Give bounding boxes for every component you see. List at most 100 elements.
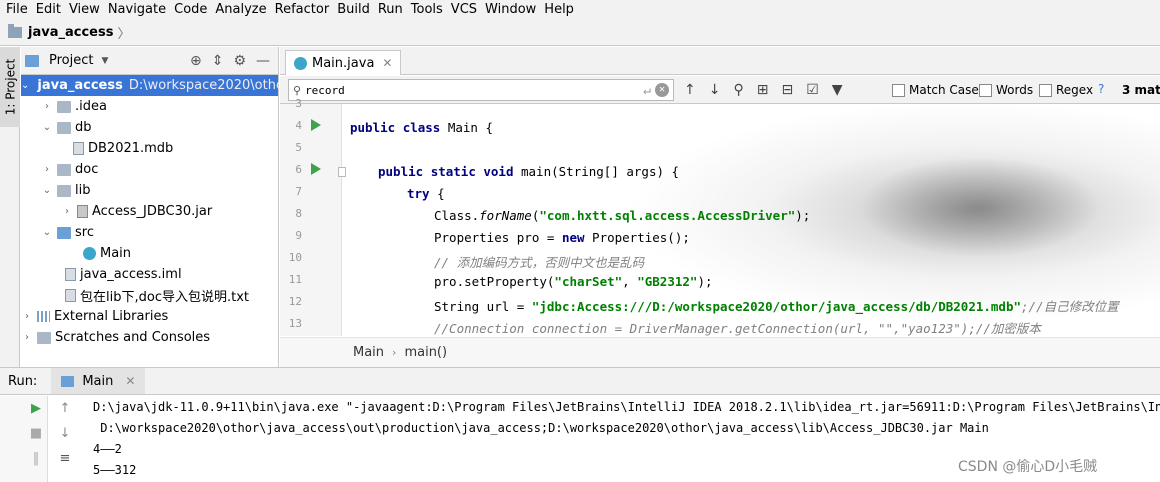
chevron-right-icon: ›	[392, 346, 397, 359]
nav-project-name[interactable]: java_access	[28, 25, 113, 40]
menu-file[interactable]: File	[2, 0, 32, 19]
tree-item-iml[interactable]: java_access.iml	[21, 264, 278, 285]
breadcrumb-method[interactable]: main()	[404, 345, 447, 360]
clear-icon[interactable]: ✕	[655, 83, 669, 97]
chevron-down-icon[interactable]: ⌄	[41, 185, 53, 196]
project-tool-tab[interactable]: 1: Project	[0, 47, 20, 127]
chevron-right-icon[interactable]: ›	[41, 164, 53, 175]
tree-item-java-access[interactable]: ⌄ java_access D:\workspace2020\othor	[21, 75, 289, 96]
scroll-down-icon[interactable]: ↓	[57, 427, 73, 441]
tree-item-access-jdbc-jar[interactable]: › Access_JDBC30.jar	[21, 201, 278, 222]
library-icon	[37, 311, 50, 322]
close-icon[interactable]: ✕	[125, 374, 135, 388]
tree-item-idea[interactable]: › .idea	[21, 96, 278, 117]
regex-help-link[interactable]: ?	[1098, 82, 1104, 96]
caret-down-icon[interactable]: ▼	[101, 56, 108, 66]
menu-analyze[interactable]: Analyze	[211, 0, 270, 19]
search-input[interactable]: ⚲ record ↵ ✕	[288, 79, 674, 101]
close-icon[interactable]: ✕	[382, 56, 392, 70]
line-number: 6	[295, 163, 302, 176]
gear-icon[interactable]: ⚙	[233, 53, 246, 69]
line-number: 9	[295, 229, 302, 242]
run-main-icon[interactable]	[311, 163, 321, 175]
module-file-icon	[65, 268, 76, 281]
collapse-all-icon[interactable]: ⇕	[212, 53, 224, 69]
filter-icon[interactable]: ▼	[832, 82, 843, 98]
run-label: Run:	[8, 373, 38, 389]
tree-item-main[interactable]: Main	[21, 243, 278, 264]
menu-build[interactable]: Build	[333, 0, 374, 19]
tab-main-java[interactable]: Main.java ✕	[285, 50, 402, 75]
run-tab-main[interactable]: Main ✕	[51, 368, 146, 394]
add-selection-icon[interactable]: ⊞	[757, 82, 769, 98]
line-number: 7	[295, 185, 302, 198]
tree-item-scratches[interactable]: › Scratches and Consoles	[21, 327, 278, 348]
tree-item-src[interactable]: ⌄ src	[21, 222, 278, 243]
folder-icon	[57, 163, 71, 176]
menu-edit[interactable]: Edit	[32, 0, 65, 19]
menu-vcs[interactable]: VCS	[447, 0, 481, 19]
stop-icon[interactable]: ■	[28, 427, 44, 441]
rerun-icon[interactable]: ▶	[28, 402, 44, 416]
line-gutter: 3 4 5 6 7 8 9 10 11 12 13	[280, 97, 346, 336]
chevron-right-icon[interactable]: ›	[21, 311, 33, 322]
menu-refactor[interactable]: Refactor	[271, 0, 334, 19]
code-line-9: Properties pro = new Properties();	[434, 230, 690, 245]
soft-wrap-icon[interactable]: ≡	[57, 452, 73, 466]
project-view-icon	[25, 54, 39, 67]
tree-item-db[interactable]: ⌄ db	[21, 117, 278, 138]
locate-icon[interactable]: ⊕	[190, 53, 202, 69]
regex-option[interactable]: Regex	[1039, 83, 1093, 97]
fold-icon[interactable]	[338, 167, 346, 177]
search-icon: ⚲	[293, 83, 302, 97]
match-case-option[interactable]: Match Case	[892, 83, 979, 97]
menu-tools[interactable]: Tools	[407, 0, 447, 19]
menu-help[interactable]: Help	[540, 0, 578, 19]
regex-checkbox[interactable]	[1039, 83, 1052, 97]
scroll-up-icon[interactable]: ↑	[57, 402, 73, 416]
tree-item-db2021-mdb[interactable]: DB2021.mdb	[21, 138, 278, 159]
enter-icon: ↵	[643, 82, 651, 98]
menu-code[interactable]: Code	[170, 0, 211, 19]
code-area[interactable]: public class Main { public static void m…	[350, 104, 1160, 336]
chevron-down-icon[interactable]: ⌄	[41, 227, 53, 238]
code-line-4: public class Main {	[350, 120, 494, 135]
menu-run[interactable]: Run	[374, 0, 407, 19]
tree-item-readme-txt[interactable]: 包在lib下,doc导入包说明.txt	[21, 285, 278, 306]
pause-icon[interactable]: ‖	[28, 452, 44, 466]
folder-icon	[8, 23, 22, 38]
remove-selection-icon[interactable]: ⊟	[781, 82, 793, 98]
words-checkbox[interactable]	[979, 83, 992, 97]
match-count: 3 matc	[1122, 83, 1160, 97]
find-all-icon[interactable]: ⚲	[733, 82, 743, 98]
tree-item-lib[interactable]: ⌄ lib	[21, 180, 278, 201]
tree-item-external-libraries[interactable]: › External Libraries	[21, 306, 278, 327]
code-line-11: pro.setProperty("charSet", "GB2312");	[434, 274, 713, 289]
console-line: 4——2	[93, 442, 122, 456]
words-option[interactable]: Words	[979, 83, 1033, 97]
menu-window[interactable]: Window	[481, 0, 540, 19]
chevron-right-icon[interactable]: ›	[41, 101, 53, 112]
project-view-selector[interactable]: Project	[49, 53, 93, 68]
match-case-checkbox[interactable]	[892, 83, 905, 97]
hide-icon[interactable]: —	[256, 53, 270, 69]
tree-item-doc[interactable]: › doc	[21, 159, 278, 180]
next-occurrence-icon[interactable]: ↓	[709, 82, 721, 98]
previous-occurrence-icon[interactable]: ↑	[684, 82, 696, 98]
run-class-icon[interactable]	[311, 119, 321, 131]
menu-view[interactable]: View	[65, 0, 104, 19]
console-line: D:\workspace2020\othor\java_access\out\p…	[93, 421, 989, 435]
folder-icon	[57, 121, 71, 134]
chevron-down-icon[interactable]: ⌄	[21, 80, 29, 91]
chevron-down-icon[interactable]: ⌄	[41, 122, 53, 133]
menu-navigate[interactable]: Navigate	[104, 0, 170, 19]
chevron-right-icon[interactable]: ›	[61, 206, 73, 217]
code-line-13: //Connection connection = DriverManager.…	[434, 321, 1041, 336]
chevron-right-icon[interactable]: ›	[21, 332, 33, 343]
select-all-occurrences-icon[interactable]: ☑	[806, 82, 819, 98]
code-line-6: public static void main(String[] args) {	[378, 164, 680, 179]
code-line-7: try {	[407, 186, 445, 201]
run-header: Run: Main ✕	[0, 368, 1160, 395]
code-editor: Main.java ✕ ⚲ record ↵ ✕ ↑ ↓ ⚲ ⊞ ⊟ ☑ ▼ M…	[280, 47, 1160, 367]
breadcrumb-class[interactable]: Main	[353, 345, 384, 360]
